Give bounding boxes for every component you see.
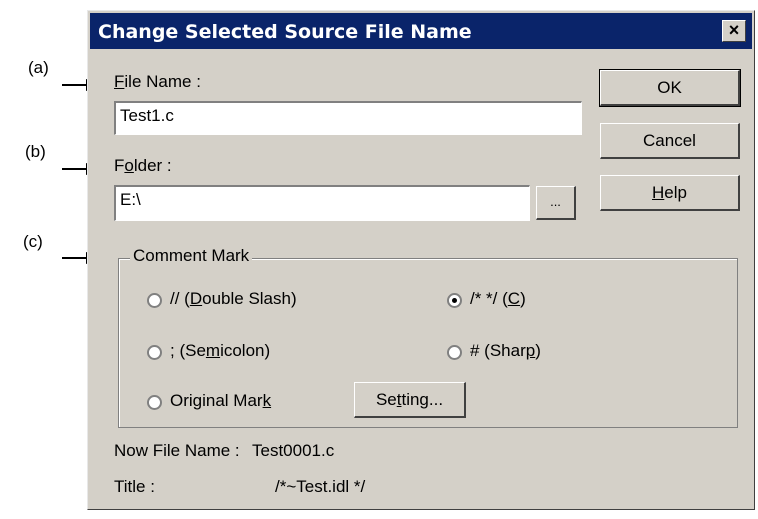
ok-button[interactable]: OK — [599, 69, 741, 107]
callout-b: (b) — [25, 142, 46, 161]
radio-semicolon-label[interactable]: ; (Semicolon) — [170, 341, 270, 361]
radio-c-style-label[interactable]: /* */ (C) — [470, 289, 526, 309]
folder-input[interactable]: E:\ — [114, 185, 530, 221]
dialog-title: Change Selected Source File Name — [98, 21, 472, 43]
file-name-input[interactable]: Test1.c — [114, 101, 582, 135]
title-bar[interactable]: Change Selected Source File Name × — [90, 13, 752, 49]
close-icon: × — [728, 20, 740, 40]
help-button[interactable]: Help — [600, 175, 740, 211]
radio-semicolon[interactable] — [147, 345, 162, 360]
folder-label: Folder : — [114, 156, 172, 175]
radio-sharp[interactable] — [447, 345, 462, 360]
comment-mark-label: Comment Mark — [130, 246, 253, 266]
callout-a: (a) — [28, 58, 49, 77]
callout-c: (c) — [23, 232, 43, 251]
title-value: /*~Test.idl */ — [275, 477, 366, 496]
radio-original-mark-label[interactable]: Original Mark — [170, 391, 271, 411]
setting-button[interactable]: Setting... — [354, 382, 466, 418]
radio-selected-dot — [452, 298, 457, 303]
cancel-button[interactable]: Cancel — [600, 123, 740, 159]
radio-double-slash[interactable] — [147, 293, 162, 308]
radio-sharp-label[interactable]: # (Sharp) — [470, 341, 541, 361]
browse-button[interactable]: ... — [536, 186, 576, 220]
title-label: Title : — [114, 477, 155, 496]
radio-c-style[interactable] — [447, 293, 462, 308]
now-file-name-value: Test0001.c — [252, 441, 335, 460]
radio-original-mark[interactable] — [147, 395, 162, 410]
close-button[interactable]: × — [722, 20, 746, 42]
radio-double-slash-label[interactable]: // (Double Slash) — [170, 289, 297, 309]
file-name-label: File Name : — [114, 72, 201, 91]
now-file-name-label: Now File Name : — [114, 441, 240, 460]
